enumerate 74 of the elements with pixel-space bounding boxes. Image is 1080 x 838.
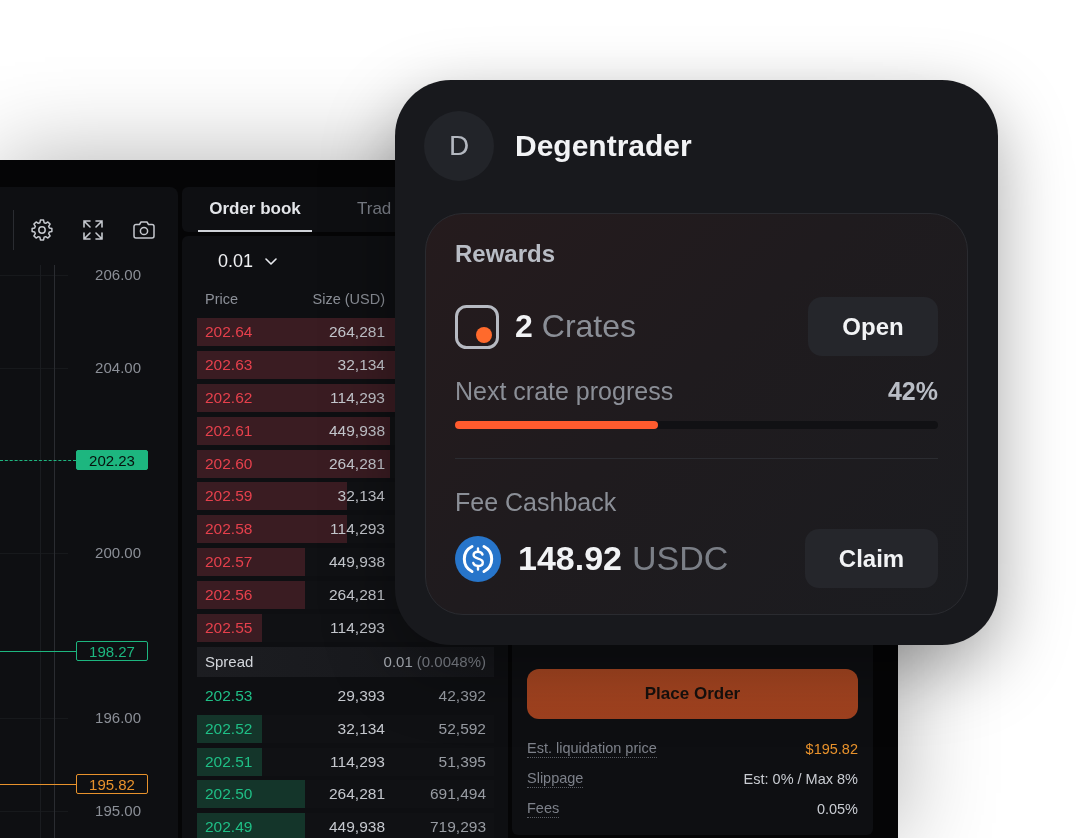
chevron-down-icon [265, 257, 278, 265]
price-tag: 198.27 [76, 641, 148, 661]
price-label: 200.00 [95, 543, 141, 563]
order-total: 51,395 [437, 752, 486, 771]
ask-price: 202.58 [205, 520, 254, 539]
order-size: 29,393 [336, 686, 385, 705]
detail-label: Est. liquidation price [527, 740, 657, 758]
order-size: 32,134 [336, 719, 385, 738]
detail-value: $195.82 [805, 741, 858, 757]
tick-size-dropdown[interactable]: 0.01 [218, 246, 278, 276]
tab[interactable]: Order book [198, 187, 312, 232]
user-name: Degentrader [515, 129, 692, 163]
order-total: 52,592 [437, 719, 486, 738]
ask-price: 202.62 [205, 388, 254, 407]
order-size: 264,281 [327, 323, 385, 341]
order-total: 719,293 [428, 818, 486, 837]
price-label: 206.00 [95, 265, 141, 285]
ask-price: 202.60 [205, 454, 254, 473]
order-size: 264,281 [327, 785, 385, 804]
open-button[interactable]: Open [808, 297, 938, 356]
price-tag: 195.82 [76, 774, 148, 794]
ask-price: 202.59 [205, 487, 254, 506]
detail-label: Fees [527, 800, 560, 818]
price-label: 195.00 [95, 801, 141, 821]
crate-count: 2 [515, 308, 533, 345]
order-size: 32,134 [336, 487, 385, 506]
avatar-initial: D [424, 111, 494, 181]
order-size: 264,281 [327, 454, 385, 473]
tab[interactable]: Trad [349, 187, 392, 232]
bid-price: 202.49 [205, 818, 254, 837]
ask-price: 202.55 [205, 619, 254, 637]
spread-label: Spread [205, 653, 255, 671]
price-label: 204.00 [95, 358, 141, 378]
section-title: Fee Cashback [455, 487, 617, 517]
ask-price: 202.64 [205, 323, 254, 341]
camera-icon[interactable] [132, 218, 156, 242]
settings-icon[interactable] [30, 218, 54, 242]
cashback-amount: 148.92 [518, 539, 622, 578]
currency-label: USDC [632, 539, 729, 578]
dollar-coin-icon [455, 535, 501, 582]
bid-price: 202.53 [205, 686, 254, 705]
column-header: Size (USD) [311, 291, 385, 307]
detail-value: 0.05% [816, 801, 858, 817]
progress-label: Next crate progress [455, 376, 674, 406]
section-title: Rewards [455, 239, 556, 269]
order-size: 449,938 [327, 818, 385, 837]
order-size: 114,293 [329, 752, 385, 771]
progress-reading: 42% [887, 376, 938, 406]
order-size: 114,293 [329, 619, 385, 637]
price-tag: 202.23 [76, 450, 148, 470]
order-size: 264,281 [327, 586, 385, 605]
detail-value: Est: 0% / Max 8% [743, 771, 858, 787]
detail-label: Slippage [527, 770, 584, 788]
crate-unit: Crates [541, 308, 637, 345]
order-size: 32,134 [336, 355, 385, 374]
ask-price: 202.57 [205, 553, 254, 572]
bid-price: 202.52 [205, 719, 254, 738]
bid-price: 202.51 [205, 752, 254, 771]
spread-value: 0.01 [383, 653, 413, 671]
order-total: 42,392 [437, 686, 486, 705]
order-total: 691,494 [428, 785, 486, 804]
fullscreen-icon[interactable] [81, 218, 105, 242]
ask-price: 202.56 [205, 586, 254, 605]
order-size: 449,938 [327, 553, 385, 572]
bid-price: 202.50 [205, 785, 254, 804]
order-size: 449,938 [327, 421, 385, 440]
price-label: 196.00 [95, 708, 141, 728]
ask-price: 202.61 [205, 421, 254, 440]
column-header: Price [205, 291, 240, 307]
ask-price: 202.63 [205, 355, 254, 374]
spread-percent: (0.0048%) [416, 653, 486, 671]
order-size: 114,293 [329, 520, 385, 539]
claim-button[interactable]: Claim [805, 529, 938, 588]
order-size: 114,293 [329, 388, 385, 407]
